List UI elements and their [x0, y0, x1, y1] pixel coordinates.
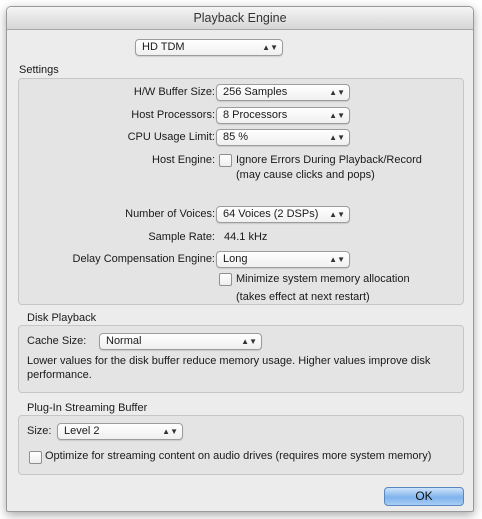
- disk-playback-section-title: Disk Playback: [27, 312, 97, 324]
- delay-comp-label: Delay Compensation Engine:: [72, 253, 215, 265]
- cache-size-value: Normal: [106, 335, 142, 347]
- hw-buffer-value: 256 Samples: [223, 86, 288, 98]
- minimize-memory-label: Minimize system memory allocation: [236, 273, 410, 285]
- minimize-memory-checkbox[interactable]: [219, 273, 232, 286]
- popup-arrows-icon: ▲▼: [162, 427, 178, 436]
- engine-select-value: HD TDM: [142, 41, 185, 53]
- cpu-usage-value: 85 %: [223, 131, 249, 143]
- sample-rate-label: Sample Rate:: [148, 231, 215, 243]
- streaming-size-value: Level 2: [64, 425, 100, 437]
- cpu-usage-select[interactable]: 85 % ▲▼: [216, 129, 350, 146]
- popup-arrows-icon: ▲▼: [262, 43, 278, 52]
- popup-arrows-icon: ▲▼: [329, 88, 345, 97]
- ignore-errors-label: Ignore Errors During Playback/Record: [236, 154, 422, 166]
- streaming-size-label: Size:: [27, 425, 52, 437]
- delay-comp-select[interactable]: Long ▲▼: [216, 251, 350, 268]
- hw-buffer-select[interactable]: 256 Samples ▲▼: [216, 84, 350, 101]
- plugin-streaming-section-title: Plug-In Streaming Buffer: [27, 402, 148, 414]
- streaming-size-select[interactable]: Level 2 ▲▼: [57, 423, 183, 440]
- cache-description: Lower values for the disk buffer reduce …: [27, 355, 431, 381]
- sample-rate-value: 44.1 kHz: [224, 231, 268, 243]
- playback-engine-window: Playback Engine HD TDM ▲▼ Settings H/W B…: [6, 6, 474, 512]
- popup-arrows-icon: ▲▼: [241, 337, 257, 346]
- host-processors-select[interactable]: 8 Processors ▲▼: [216, 107, 350, 124]
- popup-arrows-icon: ▲▼: [329, 210, 345, 219]
- ignore-errors-note: (may cause clicks and pops): [236, 169, 375, 181]
- popup-arrows-icon: ▲▼: [329, 255, 345, 264]
- host-engine-label: Host Engine:: [152, 154, 215, 166]
- delay-comp-value: Long: [223, 253, 248, 265]
- ignore-errors-checkbox[interactable]: [219, 154, 232, 167]
- ok-button[interactable]: OK: [384, 487, 464, 506]
- engine-select[interactable]: HD TDM ▲▼: [135, 39, 283, 56]
- cache-size-select[interactable]: Normal ▲▼: [99, 333, 262, 350]
- host-processors-label: Host Processors:: [131, 109, 215, 121]
- popup-arrows-icon: ▲▼: [329, 133, 345, 142]
- settings-section-title: Settings: [19, 64, 59, 76]
- optimize-streaming-label: Optimize for streaming content on audio …: [45, 450, 432, 462]
- cpu-usage-label: CPU Usage Limit:: [127, 131, 215, 143]
- popup-arrows-icon: ▲▼: [329, 111, 345, 120]
- cache-size-label: Cache Size:: [27, 335, 87, 347]
- minimize-memory-note: (takes effect at next restart): [236, 291, 370, 303]
- voices-select[interactable]: 64 Voices (2 DSPs) ▲▼: [216, 206, 350, 223]
- hw-buffer-label: H/W Buffer Size:: [133, 86, 215, 98]
- optimize-streaming-checkbox[interactable]: [29, 451, 42, 464]
- voices-label: Number of Voices:: [125, 208, 215, 220]
- host-processors-value: 8 Processors: [223, 109, 288, 121]
- window-title: Playback Engine: [7, 7, 473, 30]
- voices-value: 64 Voices (2 DSPs): [223, 208, 319, 220]
